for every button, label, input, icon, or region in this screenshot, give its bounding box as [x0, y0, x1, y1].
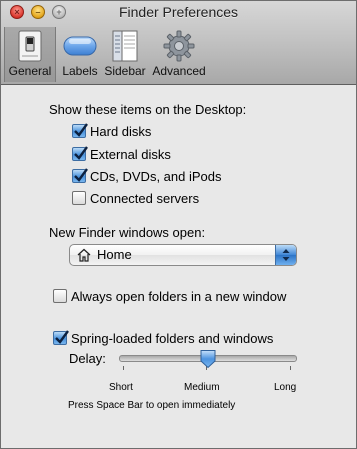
external-disks-checkbox[interactable] [72, 146, 88, 161]
connected-servers-checkbox[interactable] [72, 191, 86, 205]
space-bar-hint: Press Space Bar to open immediately [68, 400, 236, 411]
slider-tick [290, 366, 291, 370]
switch-icon [18, 30, 42, 62]
cds-dvds-ipods-checkbox[interactable] [72, 168, 88, 183]
delay-slider-knob[interactable] [199, 349, 217, 369]
hard-disks-label[interactable]: Hard disks [90, 124, 151, 140]
tab-sidebar[interactable]: Sidebar [103, 27, 147, 82]
connected-servers-label[interactable]: Connected servers [90, 191, 199, 207]
popup-arrows[interactable] [275, 245, 296, 265]
tab-general[interactable]: General [4, 27, 56, 82]
new-window-popup[interactable]: Home [69, 244, 297, 266]
external-disks-label[interactable]: External disks [90, 147, 171, 163]
delay-medium-label: Medium [184, 382, 220, 393]
spring-loaded-label[interactable]: Spring-loaded folders and windows [71, 331, 273, 347]
delay-label: Delay: [69, 351, 106, 366]
window-title: Finder Preferences [118, 4, 239, 20]
checkmark-icon [74, 123, 88, 137]
tab-labels-label: Labels [62, 64, 98, 78]
label-pill-icon [63, 36, 97, 56]
always-open-new-window-checkbox[interactable] [53, 289, 67, 303]
hard-disks-checkbox[interactable] [72, 123, 88, 138]
home-icon [77, 248, 91, 262]
new-window-selected: Home [97, 247, 132, 262]
spring-loaded-checkbox[interactable] [53, 330, 69, 345]
slider-tick [123, 366, 124, 370]
up-down-arrows-icon [282, 249, 290, 261]
tab-sidebar-label: Sidebar [104, 64, 146, 78]
checkmark-icon [74, 168, 88, 182]
tab-general-label: General [8, 64, 52, 78]
tab-advanced-label: Advanced [152, 64, 206, 78]
gear-icon [163, 30, 195, 62]
general-pane: Show these items on the Desktop: Hard di… [1, 85, 356, 448]
checkmark-icon [55, 330, 69, 344]
delay-long-label: Long [274, 382, 297, 393]
tab-labels[interactable]: Labels [57, 27, 103, 82]
title-toolbar: × – + Finder Preferences General Labels … [1, 1, 356, 85]
delay-short-label: Short [109, 382, 133, 393]
sidebar-list-icon [112, 30, 138, 62]
desktop-items-heading: Show these items on the Desktop: [49, 102, 247, 117]
cds-dvds-ipods-label[interactable]: CDs, DVDs, and iPods [90, 169, 222, 185]
checkmark-icon [74, 146, 88, 160]
new-window-heading: New Finder windows open: [49, 225, 206, 240]
tab-advanced[interactable]: Advanced [149, 27, 209, 82]
always-open-new-window-label[interactable]: Always open folders in a new window [71, 289, 286, 305]
preferences-toolbar: General Labels Sidebar Advanced [1, 27, 356, 83]
finder-preferences-window: × – + Finder Preferences General Labels … [0, 0, 357, 449]
